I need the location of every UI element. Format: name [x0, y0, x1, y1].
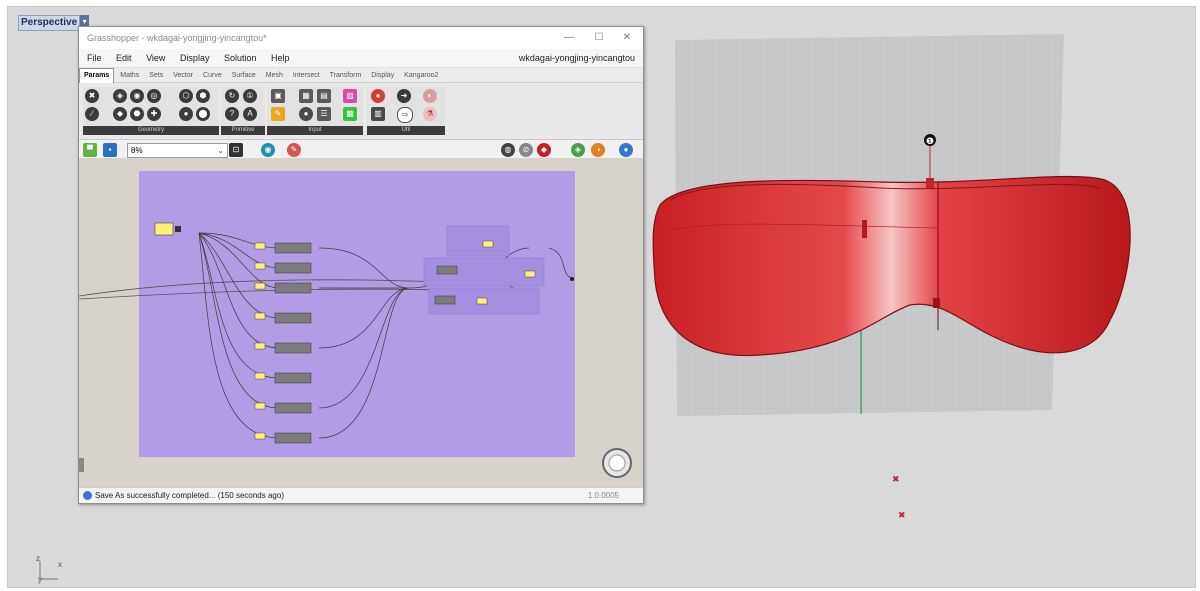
document-name: wkdagai-yongjing-yincangtou — [518, 53, 635, 63]
integer-icon[interactable]: ① — [243, 89, 257, 103]
preview-off-icon[interactable]: ⊘ — [519, 143, 533, 157]
tab-transform[interactable]: Transform — [326, 69, 366, 83]
twisted-box-icon[interactable]: ⬤ — [196, 107, 210, 121]
box-icon[interactable]: ◈ — [113, 89, 127, 103]
number-icon[interactable]: ? — [225, 107, 239, 121]
menu-bar: File Edit View Display Solution Help wkd… — [79, 49, 643, 68]
zoom-extents-icon[interactable]: ⊡ — [229, 143, 243, 157]
component-column — [254, 242, 312, 444]
panel-label-util: Util — [367, 126, 445, 135]
canvas-scroll-handle[interactable] — [79, 458, 84, 472]
button-icon[interactable]: ▣ — [271, 89, 285, 103]
panel-input: ▣ ▦ ▤ ▨ ✎ ● ☰ ▩ Input — [267, 87, 363, 135]
maximize-button[interactable]: ☐ — [585, 27, 613, 49]
menu-display[interactable]: Display — [180, 53, 210, 63]
gradient-icon[interactable]: ▨ — [343, 89, 357, 103]
status-info-icon — [83, 491, 92, 500]
window-title: Grasshopper - wkdagai-yongjing-yincangto… — [87, 33, 267, 43]
minimize-button[interactable]: — — [555, 27, 583, 49]
tab-vector[interactable]: Vector — [169, 69, 197, 83]
text-icon[interactable]: A — [243, 107, 257, 121]
zoom-value: 8% — [131, 146, 143, 155]
window-titlebar[interactable]: Grasshopper - wkdagai-yongjing-yincangto… — [79, 27, 643, 49]
circle-icon[interactable]: ◎ — [147, 89, 161, 103]
flask-icon[interactable]: ⚗ — [423, 107, 437, 121]
tab-curve[interactable]: Curve — [199, 69, 226, 83]
tab-kangaroo2[interactable]: Kangaroo2 — [400, 69, 442, 83]
group-icon[interactable]: ◆ — [113, 107, 127, 121]
preview-wire-icon[interactable]: ◍ — [501, 143, 515, 157]
list-icon[interactable]: ☰ — [317, 107, 331, 121]
panel-util: ♠ ➜ ◐ ▥ ⇨ ⚗ Util — [367, 87, 445, 135]
version-label: 1.0.0005 — [587, 491, 619, 500]
open-file-icon[interactable]: ▀ — [83, 143, 97, 157]
panel-label-input: Input — [267, 126, 363, 135]
arrow-right-icon[interactable]: ➜ — [397, 89, 411, 103]
red-point-marker-2: ✖ — [898, 511, 906, 521]
custom-preview-icon[interactable]: ◑ — [591, 143, 605, 157]
canvas-settings-icon[interactable]: ● — [619, 143, 633, 157]
input-panel-node — [154, 222, 174, 236]
line-icon[interactable]: ⬣ — [130, 107, 144, 121]
menu-file[interactable]: File — [87, 53, 102, 63]
tab-mesh[interactable]: Mesh — [262, 69, 287, 83]
tab-surface[interactable]: Surface — [228, 69, 260, 83]
panel-label-primitive: Primitive — [221, 126, 265, 135]
zoom-dropdown-icon: ⌄ — [217, 146, 224, 155]
cluster-icon[interactable]: ▥ — [371, 107, 385, 121]
display-mode-icon[interactable]: ◈ — [571, 143, 585, 157]
definition-wires — [79, 222, 632, 478]
red-point-marker-1: ✖ — [892, 475, 900, 485]
status-message: Save As successfully completed... (150 s… — [95, 491, 284, 500]
tab-params[interactable]: Params — [79, 68, 115, 83]
grasshopper-canvas[interactable] — [79, 158, 643, 488]
axis-y-label: y — [38, 575, 42, 584]
panel-geometry: ✖ ◈ ◉ ◎ ⬡ ⬢ ∕ ◆ ⬣ ✚ ● ⬤ Geometry — [83, 87, 219, 135]
curve-icon[interactable]: ∕ — [85, 107, 99, 121]
point-icon[interactable]: ● — [179, 107, 193, 121]
save-file-icon[interactable]: ▪ — [103, 143, 117, 157]
status-bar: Save As successfully completed... (150 s… — [79, 487, 643, 503]
galapagos-icon[interactable]: ◐ — [423, 89, 437, 103]
red-point-marker-left: ✖ — [654, 244, 662, 255]
boolean-icon[interactable]: ↻ — [225, 89, 239, 103]
viewport-label[interactable]: Perspective — [18, 15, 81, 31]
rhino-scene: ❶ ✖ ✖ ✖ — [640, 30, 1160, 530]
plane-icon[interactable]: ✚ — [147, 107, 161, 121]
slider-icon[interactable]: ▤ — [317, 89, 331, 103]
toggle-icon[interactable]: ▦ — [299, 89, 313, 103]
axis-x-label: x — [58, 560, 62, 569]
menu-view[interactable]: View — [146, 53, 165, 63]
tab-intersect[interactable]: Intersect — [289, 69, 324, 83]
tab-maths[interactable]: Maths — [116, 69, 143, 83]
menu-solution[interactable]: Solution — [224, 53, 257, 63]
axis-z-label: z — [36, 554, 40, 563]
panel-label-geometry: Geometry — [83, 126, 219, 135]
component-ribbon: ✖ ◈ ◉ ◎ ⬡ ⬢ ∕ ◆ ⬣ ✚ ● ⬤ Geometry ↻ ① ? A… — [79, 83, 643, 140]
panel-primitive: ↻ ① ? A Primitive — [221, 87, 265, 135]
knob-icon[interactable]: ● — [299, 107, 313, 121]
surface-icon[interactable]: ⬢ — [196, 89, 210, 103]
preview-shaded-icon[interactable]: ◆ — [537, 143, 551, 157]
point-marker-label: ❶ — [926, 137, 934, 147]
tab-display[interactable]: Display — [367, 69, 398, 83]
panel-icon[interactable]: ✎ — [271, 107, 285, 121]
geometry-icon[interactable]: ✖ — [85, 89, 99, 103]
menu-edit[interactable]: Edit — [116, 53, 132, 63]
brep-icon[interactable]: ◉ — [130, 89, 144, 103]
component-tabs: Params Maths Sets Vector Curve Surface M… — [79, 68, 643, 83]
mesh-icon[interactable]: ⬡ — [179, 89, 193, 103]
menu-help[interactable]: Help — [271, 53, 290, 63]
colour-swatch-icon[interactable]: ▩ — [343, 107, 357, 121]
arrow-hollow-icon[interactable]: ⇨ — [397, 107, 413, 123]
sketch-pen-icon[interactable]: ✎ — [287, 143, 301, 157]
zoom-combobox[interactable]: 8% ⌄ — [127, 143, 228, 158]
tab-sets[interactable]: Sets — [145, 69, 167, 83]
preview-eye-icon[interactable]: ◉ — [261, 143, 275, 157]
grasshopper-window[interactable]: Grasshopper - wkdagai-yongjing-yincangto… — [78, 26, 644, 504]
close-button[interactable]: ✕ — [613, 27, 641, 49]
cherry-icon[interactable]: ♠ — [371, 89, 385, 103]
